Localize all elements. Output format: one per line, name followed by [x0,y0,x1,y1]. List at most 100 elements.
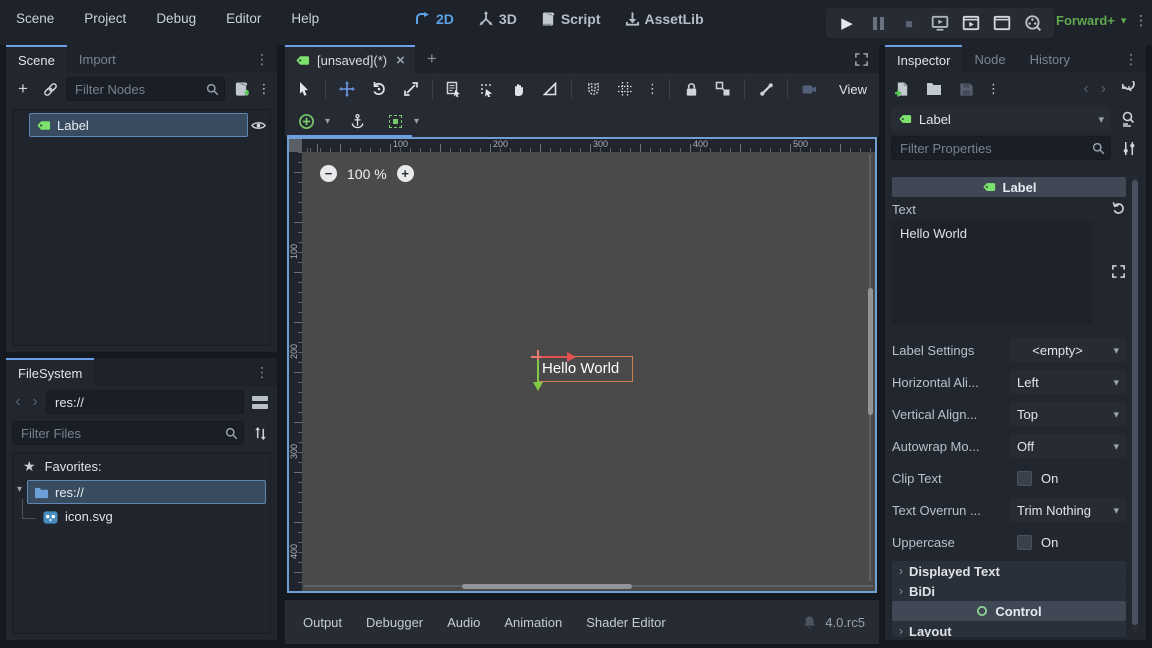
2d-canvas[interactable]: − 100 % + Hello World [302,152,875,591]
play-button[interactable]: ▶ [836,12,858,34]
current-path-input[interactable] [46,390,244,414]
grid-snap-toggle[interactable] [614,78,636,100]
autowrap-mode-dropdown[interactable]: Off ▾ [1010,434,1126,458]
tab-history[interactable]: History [1018,45,1082,73]
selected-label-gizmo[interactable]: Hello World [537,356,657,416]
select-tool[interactable] [293,78,315,100]
clip-text-checkbox[interactable] [1017,471,1032,486]
workspace-tab-script[interactable]: Script [541,11,601,27]
workspace-tab-2d[interactable]: 2D [415,11,454,27]
bottom-tab-output[interactable]: Output [293,610,352,635]
nav-forward-button[interactable]: › [29,391,41,413]
section-displayed-text[interactable]: › Displayed Text [892,561,1126,581]
chevron-down-icon[interactable]: ▾ [414,116,419,127]
attach-script-button[interactable] [230,78,252,100]
anchor-mode-toggle[interactable] [346,110,368,132]
workspace-tab-3d[interactable]: 3D [478,11,517,27]
revert-property-button[interactable] [1112,201,1126,218]
menu-debug[interactable]: Debug [148,7,204,30]
text-property-input[interactable]: Hello World [892,221,1092,325]
menu-help[interactable]: Help [283,7,327,30]
new-scene-tab-button[interactable]: + [415,45,449,73]
tab-filesystem[interactable]: FileSystem [6,358,94,386]
camera-override-button[interactable] [798,78,820,100]
bottom-tab-animation[interactable]: Animation [494,610,572,635]
history-forward-button[interactable]: › [1101,80,1106,98]
instance-scene-button[interactable] [39,78,61,100]
container-sizing-button[interactable] [384,110,406,132]
new-resource-button[interactable] [891,78,913,100]
menu-scene[interactable]: Scene [8,7,62,30]
y-axis-handle[interactable] [537,360,539,384]
menu-project[interactable]: Project [76,7,134,30]
chevron-down-icon[interactable]: ▾ [325,116,330,127]
resource-options-menu[interactable]: ⋮ [987,78,1000,100]
renderer-selector[interactable]: Forward+ ▾ [1056,13,1126,28]
play-custom-scene-button[interactable] [991,12,1013,34]
close-icon[interactable]: × [396,52,405,69]
dock-menu-icon[interactable]: ⋮ [1116,45,1146,73]
uppercase-checkbox[interactable] [1017,535,1032,550]
list-select-tool[interactable] [443,78,465,100]
h-scrollbar-thumb[interactable] [462,584,632,589]
zoom-out-button[interactable]: − [320,165,337,182]
snap-options-menu[interactable]: ⋮ [646,78,659,100]
open-docs-button[interactable] [1118,108,1140,130]
zoom-in-button[interactable]: + [397,165,414,182]
horizontal-alignment-dropdown[interactable]: Left ▾ [1010,370,1126,394]
stop-button[interactable]: ■ [898,12,920,34]
pause-button[interactable] [867,12,889,34]
bottom-tab-debugger[interactable]: Debugger [356,610,433,635]
lock-selection-button[interactable] [680,78,702,100]
load-resource-button[interactable] [923,78,945,100]
bottom-tab-shader-editor[interactable]: Shader Editor [576,610,676,635]
x-axis-handle[interactable] [541,356,569,358]
favorites-row[interactable]: ★ Favorites: [13,453,270,479]
bottom-tab-audio[interactable]: Audio [437,610,490,635]
ruler-tool[interactable] [539,78,561,100]
remote-debug-button[interactable] [929,12,951,34]
file-row-icon-svg[interactable]: icon.svg [13,505,270,531]
scene-tree-menu-icon[interactable]: ⋮ [257,78,271,100]
save-resource-button[interactable] [955,78,977,100]
dock-menu-icon[interactable]: ⋮ [247,45,277,73]
file-sort-button[interactable] [249,422,271,444]
skeleton-options-button[interactable] [755,78,777,100]
scene-tree-node-label[interactable]: Label [29,113,248,137]
movie-maker-button[interactable] [1022,12,1044,34]
inspector-scrollbar-thumb[interactable] [1132,180,1138,625]
expand-viewport-button[interactable] [844,45,879,73]
smart-snap-toggle[interactable] [582,78,604,100]
anchor-preset-button[interactable] [295,110,317,132]
filter-properties-input[interactable] [891,136,1111,160]
vertical-alignment-dropdown[interactable]: Top ▾ [1010,402,1126,426]
text-overrun-dropdown[interactable]: Trim Nothing ▾ [1010,498,1126,522]
history-back-button[interactable]: ‹ [1083,80,1088,98]
tab-inspector[interactable]: Inspector [885,45,962,73]
zoom-level[interactable]: 100 % [347,166,387,182]
dock-menu-icon[interactable]: ⋮ [247,358,277,386]
filter-files-input[interactable] [12,421,244,445]
scale-tool[interactable] [400,78,422,100]
expand-text-editor-button[interactable] [1111,264,1126,282]
notification-bell-icon[interactable] [802,615,817,630]
pan-tool[interactable] [507,78,529,100]
movie-maker-menu[interactable]: ⋮ [1134,12,1148,29]
class-section-label[interactable]: Label [892,177,1126,197]
workspace-tab-assetlib[interactable]: AssetLib [625,11,704,27]
property-tools-button[interactable] [1118,137,1140,159]
tab-scene[interactable]: Scene [6,45,67,73]
control-section-label[interactable]: Control [892,601,1126,621]
tab-import[interactable]: Import [67,45,128,73]
collapse-arrow-icon[interactable]: ▾ [17,484,22,495]
add-node-button[interactable]: + [12,78,34,100]
node-visibility-toggle[interactable] [251,118,266,136]
label-settings-dropdown[interactable]: <empty> ▾ [1010,338,1126,362]
canvas-viewport[interactable]: 100 200 300 400 500 100 200 300 400 − 10… [287,137,877,593]
section-layout[interactable]: › Layout [892,621,1126,637]
nav-back-button[interactable]: ‹ [12,391,24,413]
tab-node[interactable]: Node [962,45,1017,73]
move-tool[interactable] [336,78,358,100]
section-bidi[interactable]: › BiDi [892,581,1126,601]
view-menu[interactable]: View [839,82,871,97]
